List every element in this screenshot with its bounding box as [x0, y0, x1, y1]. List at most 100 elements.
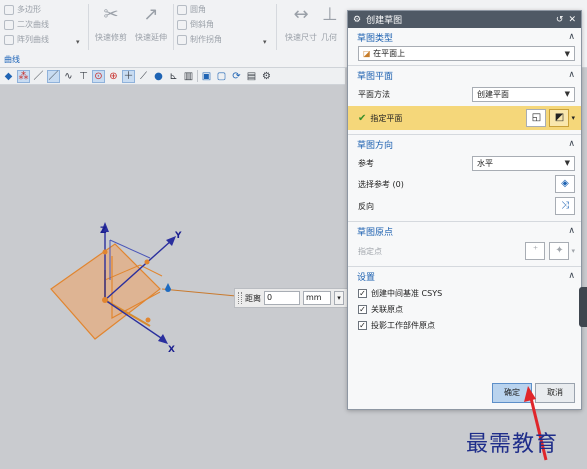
ribbon-divider: [88, 4, 89, 50]
gear-icon[interactable]: ⚙: [353, 15, 361, 25]
sphere-icon[interactable]: ●: [152, 70, 165, 83]
reset-icon[interactable]: ↺: [556, 15, 564, 25]
drop-icon[interactable]: [165, 283, 171, 292]
reference-label: 参考: [358, 158, 374, 168]
point-select-icon[interactable]: ✦: [549, 242, 570, 260]
reverse-label: 反向: [358, 201, 374, 211]
section-sketch-orientation: 草图方向 ∧ 参考 水平 ▼ 选择参考 (0) ◈ 反向 ⤨: [348, 135, 581, 222]
layer-icon[interactable]: ▤: [245, 70, 258, 83]
sketch-type-select[interactable]: ◪ 在平面上 ▼: [358, 46, 575, 61]
rotate-icon[interactable]: ⟳: [230, 70, 243, 83]
reverse-direction-icon[interactable]: ⤨: [555, 197, 575, 215]
ribbon-polygon[interactable]: 多边形: [4, 4, 41, 15]
section-header[interactable]: 设置 ∧: [348, 267, 581, 285]
quick-trim-button[interactable]: ✂ 快速修剪: [91, 4, 131, 43]
line-icon[interactable]: ／: [32, 70, 45, 83]
line-icon[interactable]: ／: [47, 69, 60, 83]
curve-icon[interactable]: ∿: [62, 70, 75, 83]
view-icon[interactable]: ▣: [200, 70, 213, 83]
chevron-down-icon: ▼: [564, 159, 570, 167]
ribbon-more-1[interactable]: ▾: [76, 38, 80, 46]
plane-icon: ◪: [363, 49, 371, 58]
gear-icon[interactable]: ⚙: [260, 70, 273, 83]
quick-extend-button[interactable]: ↗ 快速延伸: [131, 4, 171, 43]
checkbox-checked-icon[interactable]: ✓: [358, 288, 367, 298]
distance-label: 距离: [245, 293, 261, 303]
plane-method-label: 平面方法: [358, 89, 390, 99]
chevron-down-icon: ▼: [564, 49, 570, 58]
point-icon[interactable]: ⊙: [92, 69, 105, 83]
section-sketch-plane: 草图平面 ∧ 平面方法 创建平面 ▼ ✔ 指定平面 ◱ ◩ ▾: [348, 66, 581, 135]
chevron-down-icon[interactable]: ▾: [334, 291, 344, 305]
x-arrow: [158, 334, 168, 344]
chevron-up-icon: ∧: [568, 32, 575, 42]
section-header[interactable]: 草图类型 ∧: [348, 28, 581, 46]
pattern-icon: [4, 34, 14, 45]
section-header[interactable]: 草图方向 ∧: [348, 135, 581, 153]
checkbox-checked-icon[interactable]: ✓: [358, 304, 367, 314]
geometric-constraint-button[interactable]: ⊥ 几何: [321, 4, 345, 43]
distance-value-input[interactable]: 0: [264, 291, 300, 305]
ribbon-chamfer[interactable]: 倒斜角: [177, 19, 214, 30]
fillet-icon: [177, 4, 187, 15]
checkbox-checked-icon[interactable]: ✓: [358, 320, 367, 330]
chevron-down-icon[interactable]: ▾: [571, 247, 575, 255]
x-handle[interactable]: [145, 317, 151, 323]
section-settings: 设置 ∧ ✓ 创建中间基准 CSYS ✓ 关联原点 ✓ 投影工作部件原点: [348, 267, 581, 337]
chevron-down-icon: ▼: [564, 90, 570, 98]
option-row[interactable]: ✓ 关联原点: [348, 301, 581, 317]
polygon-icon: [4, 4, 14, 15]
plane-select-icon[interactable]: ◩: [549, 109, 570, 127]
target-icon[interactable]: ⊕: [107, 70, 120, 83]
z-handle[interactable]: [102, 249, 108, 255]
dialog-title: 创建草图: [366, 16, 403, 26]
section-header[interactable]: 草图原点 ∧: [348, 222, 581, 240]
extend-icon: ↗: [143, 4, 159, 25]
plane-dialog-icon[interactable]: ◱: [526, 109, 547, 127]
close-icon[interactable]: ✕: [568, 15, 576, 25]
ribbon-more-2[interactable]: ▾: [263, 38, 267, 46]
y-handle[interactable]: [144, 259, 150, 265]
watermark: 最需教育: [466, 432, 559, 457]
ribbon-make-corner[interactable]: 制作拐角: [177, 34, 222, 45]
chevron-down-icon[interactable]: ▾: [571, 114, 575, 122]
ribbon-group-label: 曲线: [4, 55, 20, 64]
specify-plane-row[interactable]: ✔ 指定平面 ◱ ◩ ▾: [348, 106, 581, 130]
trim-icon: ✂: [103, 4, 119, 25]
cube-icon[interactable]: ◆: [2, 70, 15, 83]
reference-select[interactable]: 水平 ▼: [472, 155, 575, 171]
chevron-up-icon: ∧: [568, 70, 575, 80]
distance-leader: [161, 288, 237, 297]
point-dialog-icon[interactable]: ⁺: [525, 242, 546, 260]
view-icon[interactable]: ▢: [215, 70, 228, 83]
distance-onscreen-input: 距离 0 mm ▾: [234, 288, 349, 308]
cube-select-icon[interactable]: ◈: [555, 175, 575, 193]
ribbon-conic[interactable]: 二次曲线: [4, 19, 49, 30]
snap-icon[interactable]: ⁂: [17, 69, 30, 83]
dialog-titlebar: ⚙ 创建草图 ↺ ✕: [348, 11, 581, 28]
reference-row: 参考 水平 ▼: [348, 153, 581, 173]
axis-icon[interactable]: ⊾: [167, 70, 180, 83]
ribbon-pattern-curve[interactable]: 阵列曲线: [4, 34, 49, 45]
ribbon-fillet[interactable]: 圆角: [177, 4, 206, 15]
specify-point-row: 指定点 ⁺ ✦ ▾: [348, 240, 581, 262]
slash-icon[interactable]: ⟋: [137, 70, 150, 83]
corner-icon: [177, 34, 187, 45]
chevron-up-icon: ∧: [568, 271, 575, 281]
chamfer-icon: [177, 19, 187, 30]
origin-point[interactable]: [102, 297, 108, 303]
side-panel-tab[interactable]: [579, 287, 587, 327]
option-row[interactable]: ✓ 投影工作部件原点: [348, 317, 581, 333]
copy-icon[interactable]: ▥: [182, 70, 195, 83]
plane-method-select[interactable]: 创建平面 ▼: [472, 86, 575, 102]
distance-unit-select[interactable]: mm: [303, 291, 331, 305]
check-icon: ✔: [358, 112, 367, 124]
tangent-icon[interactable]: ⊤: [77, 70, 90, 83]
section-header[interactable]: 草图平面 ∧: [348, 66, 581, 84]
conic-icon: [4, 19, 14, 30]
dimension-icon: ↔: [293, 4, 309, 25]
plus-icon[interactable]: ＋: [122, 69, 135, 83]
rapid-dimension-button[interactable]: ↔ 快速尺寸: [281, 4, 321, 43]
grip-handle[interactable]: [238, 292, 242, 304]
option-row[interactable]: ✓ 创建中间基准 CSYS: [348, 285, 581, 301]
